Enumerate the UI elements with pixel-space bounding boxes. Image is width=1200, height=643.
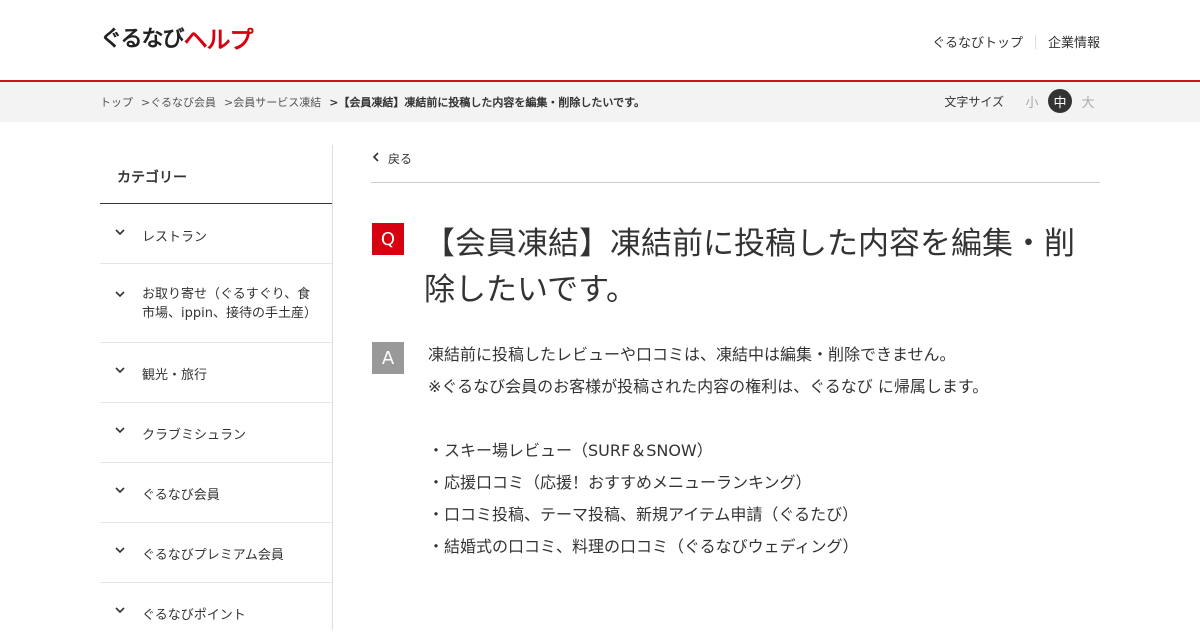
chevron-left-icon	[371, 151, 380, 166]
sidebar-item-premium-member[interactable]: ぐるなびプレミアム会員	[100, 523, 332, 583]
font-size-large-button[interactable]: 大	[1076, 89, 1100, 113]
answer-list-item: ・口コミ投稿、テーマ投稿、新規アイテム申請（ぐるたび）	[428, 505, 859, 524]
answer-line: 凍結前に投稿したレビューや口コミは、凍結中は編集・削除できません。	[428, 345, 956, 364]
sidebar-item-travel[interactable]: 観光・旅行	[100, 343, 332, 403]
logo-text-gurunavi: ぐるなび	[100, 27, 185, 52]
logo-text-help: ヘルプ	[183, 26, 254, 54]
breadcrumb: トップ >ぐるなび会員 >会員サービス凍結 >【会員凍結】凍結前に投稿した内容を…	[100, 94, 653, 110]
font-size-label: 文字サイズ	[944, 94, 1004, 109]
answer-spacer	[428, 403, 1088, 435]
chevron-down-icon	[114, 484, 126, 496]
chevron-down-icon	[114, 424, 126, 436]
header-link-gurunavi-top[interactable]: ぐるなびトップ	[932, 32, 1023, 51]
answer-line: ※ぐるなび会員のお客様が投稿された内容の権利は、ぐるなび に帰属します。	[428, 377, 989, 396]
sidebar-item-restaurant[interactable]: レストラン	[100, 204, 332, 264]
back-link[interactable]: 戻る	[371, 145, 1100, 171]
answer-list-item: ・結婚式の口コミ、料理の口コミ（ぐるなびウェディング）	[428, 537, 859, 556]
header-link-corporate-info[interactable]: 企業情報	[1048, 32, 1100, 51]
chevron-down-icon	[114, 364, 126, 376]
answer-list-item: ・スキー場レビュー（SURF＆SNOW）	[428, 441, 713, 460]
sidebar-item-label: ぐるなびプレミアム会員	[142, 548, 284, 563]
sidebar-item-gurunavi-member[interactable]: ぐるなび会員	[100, 463, 332, 523]
answer-list-item: ・応援口コミ（応援！おすすめメニューランキング）	[428, 473, 812, 492]
main-content: 戻る Q 【会員凍結】凍結前に投稿した内容を編集・削除したいです。 A 凍結前に…	[371, 145, 1100, 556]
category-title: カテゴリー	[100, 145, 332, 204]
question-title: 【会員凍結】凍結前に投稿した内容を編集・削除したいです。	[424, 226, 1075, 308]
breadcrumb-item-gurunavi-member[interactable]: >ぐるなび会員	[141, 94, 216, 110]
breadcrumb-bar: トップ >ぐるなび会員 >会員サービス凍結 >【会員凍結】凍結前に投稿した内容を…	[0, 82, 1200, 122]
chevron-down-icon	[114, 288, 126, 300]
sidebar-item-label: レストラン	[142, 230, 208, 245]
font-size-small-button[interactable]: 小	[1020, 89, 1044, 113]
site-header: ぐるなび ヘルプ ぐるなびトップ 企業情報	[0, 0, 1200, 80]
sidebar-item-label: ぐるなびポイント	[142, 608, 246, 623]
sidebar-item-otoriyose[interactable]: お取り寄せ（ぐるすぐり、食市場、ippin、接待の手土産）	[100, 264, 332, 343]
back-label: 戻る	[388, 151, 413, 166]
font-size-switcher: 文字サイズ 小 中 大	[944, 89, 1100, 113]
breadcrumb-item-current: >【会員凍結】凍結前に投稿した内容を編集・削除したいです。	[329, 96, 646, 109]
sidebar-item-label: 観光・旅行	[142, 368, 208, 383]
chevron-down-icon	[114, 544, 126, 556]
chevron-down-icon	[114, 604, 126, 616]
content-divider	[371, 182, 1100, 183]
chevron-down-icon	[114, 226, 126, 238]
header-nav-divider	[1034, 34, 1036, 49]
answer-badge: A	[372, 342, 404, 374]
sidebar-item-label: クラブミシュラン	[142, 428, 247, 443]
sidebar-item-label: お取り寄せ（ぐるすぐり、食市場、ippin、接待の手土産）	[142, 287, 317, 321]
gurunavi-help-logo[interactable]: ぐるなび ヘルプ	[100, 26, 254, 54]
sidebar-item-label: ぐるなび会員	[142, 488, 220, 503]
category-sidebar: カテゴリー レストラン お取り寄せ（ぐるすぐり、食市場、ippin、接待の手土産…	[100, 145, 333, 630]
breadcrumb-item-top[interactable]: トップ	[100, 94, 133, 110]
sidebar-item-club-michelin[interactable]: クラブミシュラン	[100, 403, 332, 463]
sidebar-item-gurunavi-point[interactable]: ぐるなびポイント	[100, 583, 332, 643]
font-size-medium-button[interactable]: 中	[1048, 89, 1072, 113]
header-nav: ぐるなびトップ 企業情報	[932, 32, 1100, 51]
breadcrumb-item-member-service-freeze[interactable]: >会員サービス凍結	[224, 94, 321, 110]
question-badge: Q	[372, 223, 404, 255]
answer-body: 凍結前に投稿したレビューや口コミは、凍結中は編集・削除できません。 ※ぐるなび会…	[428, 339, 1088, 563]
